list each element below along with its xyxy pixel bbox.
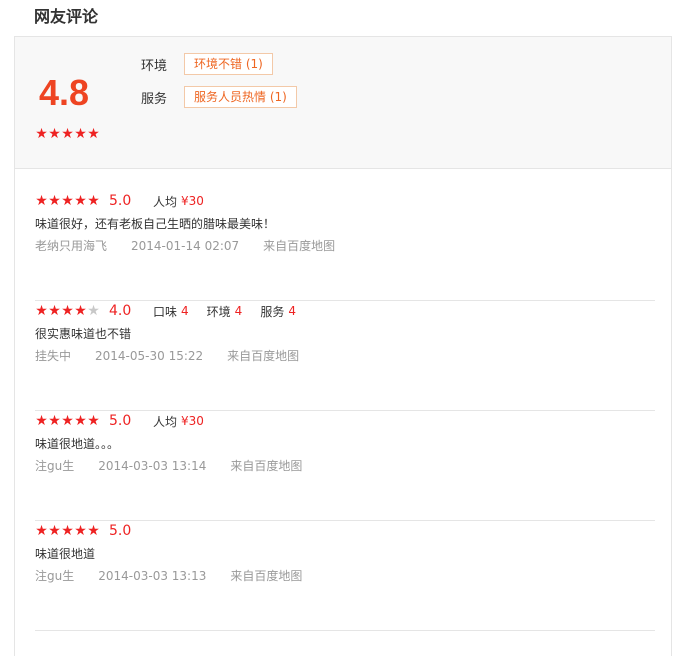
review-time: 2014-01-14 02:07 (131, 239, 240, 253)
review-item: ★ ★ ★ ★ ★ 5.0 人均 ¥30 味道很地道。。。 注gu生 2014-03-03 13:1… (35, 411, 655, 521)
review-footer: 老纳只用海飞 2014-01-14 02:07 来自百度地图 (35, 237, 359, 255)
review-rating-line: ★ ★ ★ ★ ★ 5.0 人均 ¥30 (35, 411, 222, 431)
review-rating-line: ★ ★ ★ ★ ★ 5.0 人均 ¥30 (35, 191, 222, 211)
review-item: ★ ★ ★ ★ ★ 4.0 口味 4 环境 4 服务 4 很实惠味道也不错 挂失中 2014-05-30 1… (35, 301, 655, 411)
star-filled-icon: ★ (35, 193, 48, 209)
review-text: 味道很好，还有老板自己生晒的腊味最美味！ (35, 217, 276, 231)
star-filled-icon: ★ (35, 523, 48, 539)
tag-label: 环境 (141, 58, 168, 74)
star-filled-icon: ★ (74, 303, 87, 319)
review-text: 味道很地道 (35, 547, 96, 561)
section-title: 网友评论 (34, 7, 99, 26)
review-footer: 注gu生 2014-03-03 13:13 来自百度地图 (35, 567, 326, 585)
review-rating-line: ★ ★ ★ ★ ★ 5.0 (35, 521, 153, 541)
review-meta-label: 环境 (206, 304, 231, 319)
review-stars: ★ ★ ★ ★ ★ (35, 524, 100, 538)
overall-stars: ★ ★ ★ ★ ★ (35, 127, 100, 141)
star-filled-icon: ★ (74, 126, 87, 142)
review-user[interactable]: 老纳只用海飞 (35, 237, 107, 255)
review-time: 2014-03-03 13:13 (98, 569, 207, 583)
tag-environment[interactable]: 环境不错 (1) (184, 53, 273, 75)
star-filled-icon: ★ (61, 413, 74, 429)
review-meta-label: 口味 (153, 304, 178, 319)
review-footer: 挂失中 2014-05-30 15:22 来自百度地图 (35, 347, 323, 365)
review-text: 味道很地道。。。 (35, 437, 120, 451)
review-stars: ★ ★ ★ ★ ★ (35, 304, 100, 318)
star-empty-icon: ★ (87, 303, 100, 319)
review-score: 5.0 (109, 193, 132, 209)
review-stars: ★ ★ ★ ★ ★ (35, 414, 100, 428)
star-filled-icon: ★ (35, 126, 48, 142)
review-time: 2014-03-03 13:14 (98, 459, 207, 473)
star-filled-icon: ★ (35, 303, 48, 319)
review-rating-line: ★ ★ ★ ★ ★ 4.0 口味 4 环境 4 服务 4 (35, 301, 314, 321)
review-meta-value: 4 (181, 304, 189, 318)
star-filled-icon: ★ (74, 413, 87, 429)
review-score: 4.0 (109, 303, 132, 319)
review-meta-value: ¥30 (181, 414, 204, 428)
review-meta-value: 4 (234, 304, 243, 318)
review-meta-value: 4 (288, 304, 296, 318)
review-score: 5.0 (109, 523, 132, 539)
review-time: 2014-05-30 15:22 (95, 349, 204, 363)
tag-service[interactable]: 服务人员热情 (1) (184, 86, 297, 108)
star-filled-icon: ★ (87, 413, 100, 429)
rating-summary: 4.8 ★ ★ ★ ★ ★ 环境 环境不错 (1) 服务 服务人员热情 (1) (15, 37, 671, 169)
star-filled-icon: ★ (61, 523, 74, 539)
review-meta-label: 人均 (153, 194, 178, 209)
review-item: ★ ★ ★ ★ ★ 5.0 味道很地道 注gu生 2014-03-03 13:13 来自百度地图 (35, 521, 655, 631)
star-filled-icon: ★ (61, 193, 74, 209)
review-user[interactable]: 注gu生 (35, 567, 74, 585)
star-filled-icon: ★ (48, 126, 61, 142)
star-filled-icon: ★ (61, 303, 74, 319)
star-filled-icon: ★ (48, 193, 61, 209)
star-filled-icon: ★ (87, 523, 100, 539)
review-score: 5.0 (109, 413, 132, 429)
star-filled-icon: ★ (74, 523, 87, 539)
star-filled-icon: ★ (74, 193, 87, 209)
review-item: ★ ★ ★ ★ ★ 5.0 人均 ¥30 味道很好，还有老板自己生晒的腊味最美味！ 老纳只用海飞 2… (35, 191, 655, 301)
tag-label: 服务 (141, 91, 168, 107)
review-user[interactable]: 注gu生 (35, 457, 74, 475)
star-filled-icon: ★ (48, 303, 61, 319)
review-footer: 注gu生 2014-03-03 13:14 来自百度地图 (35, 457, 326, 475)
review-text: 很实惠味道也不错 (35, 327, 132, 341)
star-filled-icon: ★ (61, 126, 74, 142)
review-stars: ★ ★ ★ ★ ★ (35, 194, 100, 208)
star-filled-icon: ★ (48, 413, 61, 429)
review-meta-label: 人均 (153, 414, 178, 429)
review-meta-label: 服务 (260, 304, 285, 319)
review-user[interactable]: 挂失中 (35, 347, 71, 365)
star-filled-icon: ★ (87, 126, 100, 142)
review-source: 来自百度地图 (227, 349, 300, 363)
star-filled-icon: ★ (48, 523, 61, 539)
reviews-panel: 4.8 ★ ★ ★ ★ ★ 环境 环境不错 (1) 服务 服务人员热情 (1) ★ ★ ★ ★… (14, 36, 672, 656)
review-source: 来自百度地图 (230, 569, 303, 583)
tag-row-service: 服务 服务人员热情 (1) (141, 86, 297, 108)
tag-row-environment: 环境 环境不错 (1) (141, 53, 273, 75)
review-source: 来自百度地图 (230, 459, 303, 473)
review-source: 来自百度地图 (263, 239, 336, 253)
star-filled-icon: ★ (87, 193, 100, 209)
review-meta-value: ¥30 (181, 194, 204, 208)
star-filled-icon: ★ (35, 413, 48, 429)
overall-score: 4.8 (39, 72, 90, 113)
